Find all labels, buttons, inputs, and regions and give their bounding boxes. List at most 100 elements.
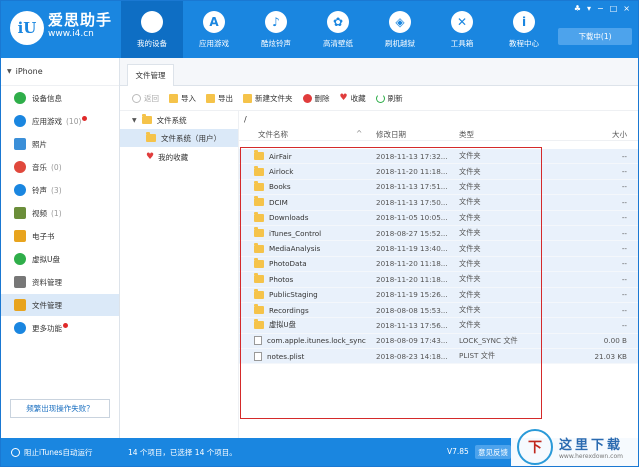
sidebar-item-1[interactable]: 应用游戏 (10) <box>1 110 119 132</box>
refresh-button[interactable]: 刷新 <box>375 93 403 104</box>
sort-up-icon[interactable]: ^ <box>356 129 362 138</box>
notification-dot <box>63 322 68 328</box>
folder-icon <box>254 319 264 330</box>
sidebar: ▼ iPhone 设备信息 应用游戏 (10) 照片 音乐 (0) 铃声 (3) 视频 (1) 电子… <box>1 58 120 438</box>
nav-item-1[interactable]: A 应用游戏 <box>183 1 245 58</box>
nav-item-0[interactable]: 我的设备 <box>121 1 183 58</box>
top-header: iU 爱思助手 www.i4.cn 我的设备 A 应用游戏 ♪ 酷炫铃声 ✿ 高清壁纸 ◈ 刷机… <box>1 1 638 58</box>
sidebar-item-5[interactable]: 视频 (1) <box>1 202 119 224</box>
sidebar-item-label: 文件管理 <box>32 300 62 310</box>
nav-item-4[interactable]: ◈ 刷机越狱 <box>369 1 431 58</box>
file-name-cell: PhotoData <box>254 257 307 268</box>
file-name-cell: AirFair <box>254 150 292 161</box>
nav-item-6[interactable]: i 教程中心 <box>493 1 555 58</box>
file-date: 2018-11-19 15:26... <box>376 290 448 300</box>
table-row[interactable]: com.apple.itunes.lock_sync 2018-08-09 17:… <box>239 333 638 350</box>
file-name-cell: PublicStaging <box>254 288 318 299</box>
tree-favorites[interactable]: ♥ 我的收藏 <box>120 148 238 166</box>
sidebar-item-label: 应用游戏 <box>32 116 62 126</box>
column-name[interactable]: 文件名称 <box>258 129 288 140</box>
table-row[interactable]: notes.plist 2018-08-23 14:18... PLIST 文件 21… <box>239 349 638 365</box>
device-header[interactable]: ▼ iPhone <box>1 58 119 86</box>
feedback-button[interactable]: 意见反馈 <box>475 445 511 459</box>
table-row[interactable]: DCIM 2018-11-13 17:50... 文件夹 -- <box>239 195 638 211</box>
expand-triangle-icon[interactable]: ▼ <box>132 117 137 124</box>
nav-item-5[interactable]: ✕ 工具箱 <box>431 1 493 58</box>
table-row[interactable]: MediaAnalysis 2018-11-19 13:40... 文件夹 -- <box>239 241 638 257</box>
table-row[interactable]: Photos 2018-11-20 11:18... 文件夹 -- <box>239 272 638 288</box>
refresh-label: 刷新 <box>387 93 403 103</box>
nav-item-2[interactable]: ♪ 酷炫铃声 <box>245 1 307 58</box>
table-row[interactable]: Recordings 2018-08-08 15:53... 文件夹 -- <box>239 302 638 319</box>
file-type: 文件夹 <box>459 197 481 207</box>
column-type[interactable]: 类型 <box>459 129 474 140</box>
nav-label: 高清壁纸 <box>323 38 353 48</box>
maximize-icon[interactable]: □ <box>610 4 618 13</box>
table-row[interactable]: Books 2018-11-13 17:51... 文件夹 -- <box>239 179 638 196</box>
tree-root[interactable]: ▼ 文件系统 <box>120 111 238 129</box>
file-size: 0.00 B <box>603 336 627 346</box>
file-date: 2018-08-27 15:52... <box>376 228 448 238</box>
import-label: 导入 <box>181 93 196 103</box>
table-row[interactable]: iTunes_Control 2018-08-27 15:52... 文件夹 -- <box>239 225 638 242</box>
table-row[interactable]: PublicStaging 2018-11-19 15:26... 文件夹 -- <box>239 287 638 303</box>
download-button[interactable]: 下载中(1) <box>558 28 632 45</box>
file-rows: AirFair 2018-11-13 17:32... 文件夹 -- Airlock 20… <box>239 149 638 365</box>
folder-icon <box>254 150 264 161</box>
close-icon[interactable]: × <box>623 4 630 13</box>
menu-icon[interactable]: ▾ <box>587 4 591 13</box>
file-name-cell: Airlock <box>254 165 293 176</box>
file-type: 文件夹 <box>459 181 481 191</box>
table-row[interactable]: AirFair 2018-11-13 17:32... 文件夹 -- <box>239 149 638 165</box>
delete-button[interactable]: 删除 <box>302 93 330 104</box>
file-size: -- <box>621 197 627 207</box>
sidebar-item-0[interactable]: 设备信息 <box>1 87 119 109</box>
import-button[interactable]: 导入 <box>169 93 196 104</box>
file-name: notes.plist <box>267 351 305 361</box>
tools-icon: ✕ <box>451 10 473 33</box>
skin-icon[interactable]: ♣ <box>574 4 581 13</box>
sidebar-item-count: (3) <box>51 185 62 195</box>
new-folder-button[interactable]: 新建文件夹 <box>243 93 293 104</box>
tree-user-filesystem[interactable]: 文件系统（用户） <box>120 129 238 147</box>
table-row[interactable]: Downloads 2018-11-05 10:05... 文件夹 -- <box>239 210 638 226</box>
help-button[interactable]: 频繁出现操作失败？ <box>10 399 110 418</box>
file-name-cell: 虚拟U盘 <box>254 319 296 330</box>
table-row[interactable]: PhotoData 2018-11-20 11:18... 文件夹 -- <box>239 256 638 273</box>
file-date: 2018-11-20 11:18... <box>376 167 448 177</box>
itunes-toggle[interactable]: 阻止iTunes自动运行 <box>11 447 93 458</box>
file-size: 21.03 KB <box>594 351 627 361</box>
sidebar-item-3[interactable]: 音乐 (0) <box>1 156 119 178</box>
export-button[interactable]: 导出 <box>206 93 233 104</box>
file-manager-icon <box>14 299 26 311</box>
minimize-icon[interactable]: − <box>597 4 604 13</box>
nav-item-3[interactable]: ✿ 高清壁纸 <box>307 1 369 58</box>
sidebar-item-7[interactable]: 虚拟U盘 <box>1 248 119 270</box>
collapse-triangle-icon[interactable]: ▼ <box>7 68 12 75</box>
sidebar-item-9[interactable]: 文件管理 <box>1 294 119 316</box>
sidebar-item-4[interactable]: 铃声 (3) <box>1 179 119 201</box>
column-size[interactable]: 大小 <box>612 129 627 140</box>
brand-name: 爱思助手 <box>48 11 113 29</box>
file-name: 虚拟U盘 <box>269 320 296 330</box>
sidebar-item-6[interactable]: 电子书 <box>1 225 119 247</box>
column-date[interactable]: 修改日期 <box>376 129 406 140</box>
back-icon <box>132 93 141 103</box>
sidebar-item-8[interactable]: 资料管理 <box>1 271 119 293</box>
table-row[interactable]: Airlock 2018-11-20 11:18... 文件夹 -- <box>239 164 638 180</box>
table-row[interactable]: 虚拟U盘 2018-11-13 17:56... 文件夹 -- <box>239 318 638 334</box>
sidebar-item-10[interactable]: 更多功能 <box>1 317 119 339</box>
tab-file-manager[interactable]: 文件管理 <box>127 64 174 86</box>
file-name: Books <box>269 182 291 192</box>
favorite-button[interactable]: ♥ 收藏 <box>340 93 366 104</box>
file-name-cell: Photos <box>254 273 293 284</box>
file-size: -- <box>621 320 627 330</box>
file-name: Recordings <box>269 305 309 315</box>
file-name-cell: notes.plist <box>254 351 305 361</box>
file-date: 2018-11-19 13:40... <box>376 244 448 254</box>
nav-label: 我的设备 <box>137 38 167 48</box>
file-name-cell: DCIM <box>254 196 288 207</box>
sidebar-item-2[interactable]: 照片 <box>1 133 119 155</box>
back-button[interactable]: 返回 <box>132 93 159 104</box>
file-name: DCIM <box>269 197 288 207</box>
